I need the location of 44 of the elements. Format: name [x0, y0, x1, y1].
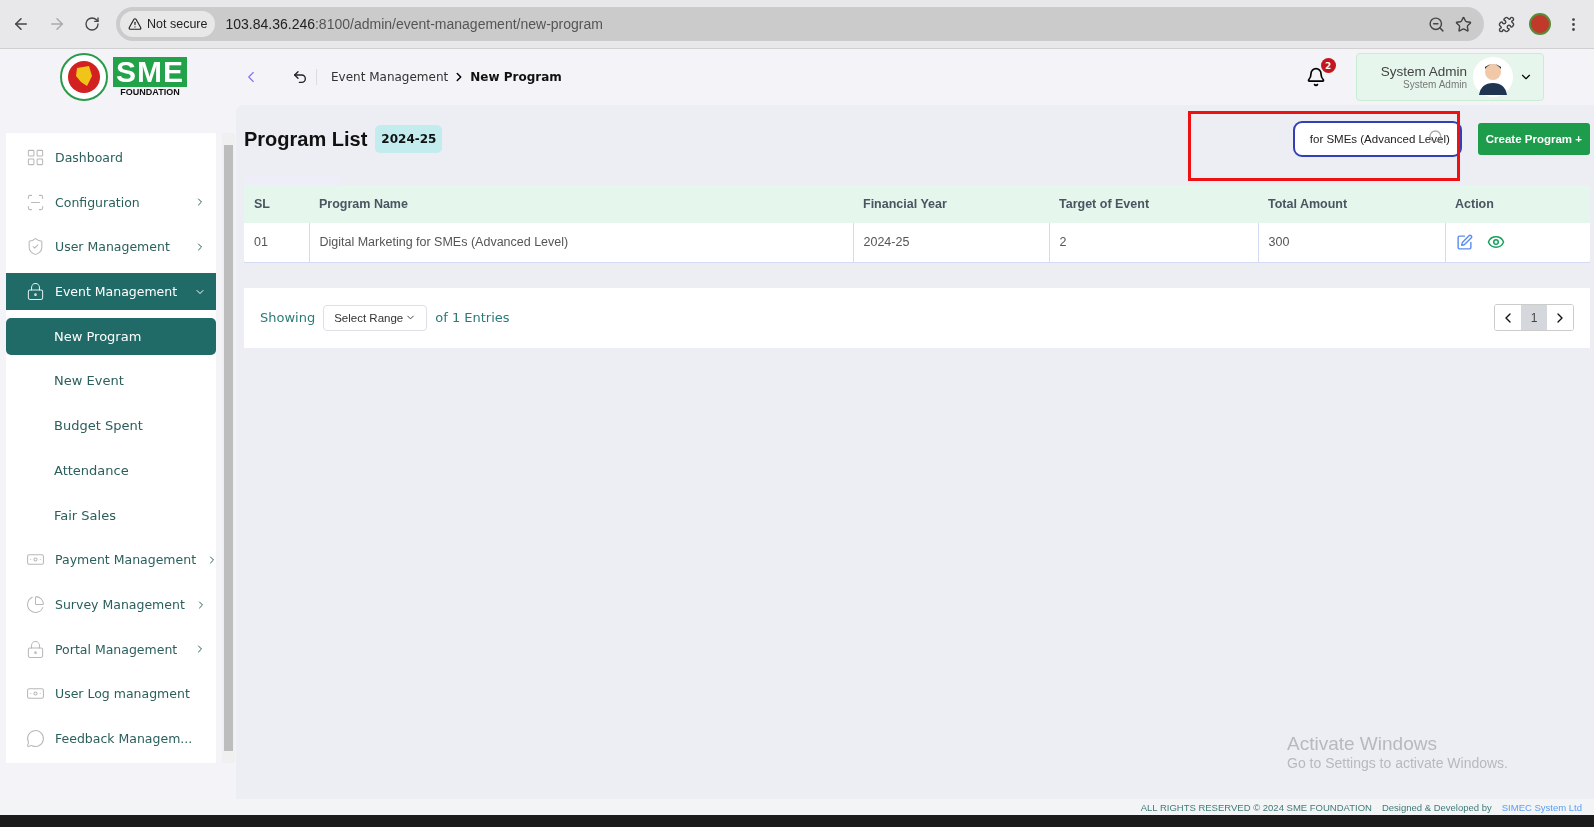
- security-label: Not secure: [147, 17, 208, 31]
- table-cell: Digital Marketing for SMEs (Advanced Level): [309, 223, 853, 262]
- logo-caption: FOUNDATION: [120, 87, 180, 97]
- column-header: Target of Event: [1049, 185, 1258, 223]
- table-cell: 300: [1258, 223, 1445, 262]
- column-header: Total Amount: [1258, 185, 1445, 223]
- submenu-item[interactable]: Attendance: [6, 452, 216, 489]
- breadcrumb-link[interactable]: New Program: [470, 70, 562, 84]
- copyright-text: ALL RIGHTS RESERVED © 2024 SME FOUNDATION: [1140, 801, 1372, 813]
- column-header: Program Name: [309, 185, 853, 223]
- sidebar-item[interactable]: Feedback Managem...: [6, 720, 216, 758]
- table-cell: 2024-25: [853, 223, 1049, 262]
- logo-mark: SME: [113, 57, 187, 87]
- url-text: 103.84.36.246:8100/admin/event-management/new-program: [225, 16, 604, 32]
- table-cell: 2: [1049, 223, 1258, 262]
- sidebar-item[interactable]: Dashboard: [6, 139, 216, 176]
- submenu-item[interactable]: Budget Spent: [6, 407, 216, 445]
- table-cell: 01: [244, 223, 309, 262]
- sidebar-item[interactable]: User Log managment: [6, 675, 216, 713]
- create-program-button[interactable]: Create Program +: [1477, 123, 1590, 155]
- sidebar-item[interactable]: Survey Management: [6, 586, 216, 623]
- sidebar-item[interactable]: Portal Management: [6, 630, 216, 668]
- notification-badge: 2: [1320, 58, 1336, 73]
- entries-label: of 1 Entries: [435, 310, 510, 325]
- submenu-item[interactable]: Fair Sales: [6, 496, 216, 534]
- breadcrumb-link[interactable]: Event Management: [331, 70, 449, 84]
- column-header: Financial Year: [853, 185, 1049, 223]
- sidebar-item[interactable]: Payment Management: [6, 541, 216, 579]
- showing-label: Showing: [260, 310, 316, 325]
- page-button[interactable]: 1: [1521, 305, 1547, 330]
- sidebar-item[interactable]: Configuration: [6, 183, 216, 221]
- range-select[interactable]: Select Range: [323, 304, 428, 331]
- year-badge: 2024-25: [375, 125, 443, 153]
- column-header: Action: [1445, 185, 1590, 223]
- sidebar-item[interactable]: Event Management: [6, 273, 216, 310]
- sidebar-item[interactable]: User Management: [6, 228, 216, 266]
- search-field[interactable]: for SMEs (Advanced Level): [1292, 121, 1462, 157]
- submenu-item[interactable]: New Event: [6, 362, 216, 400]
- address-bar[interactable]: Not secure 103.84.36.246:8100/admin/event-management/new-program: [116, 7, 1484, 41]
- credit-text: Designed & Developed by: [1381, 801, 1492, 813]
- column-header: SL: [244, 185, 309, 223]
- submenu-item[interactable]: New Program: [6, 317, 216, 355]
- user-menu[interactable]: System Admin System Admin: [1355, 53, 1544, 101]
- page-title: Program List: [244, 127, 368, 151]
